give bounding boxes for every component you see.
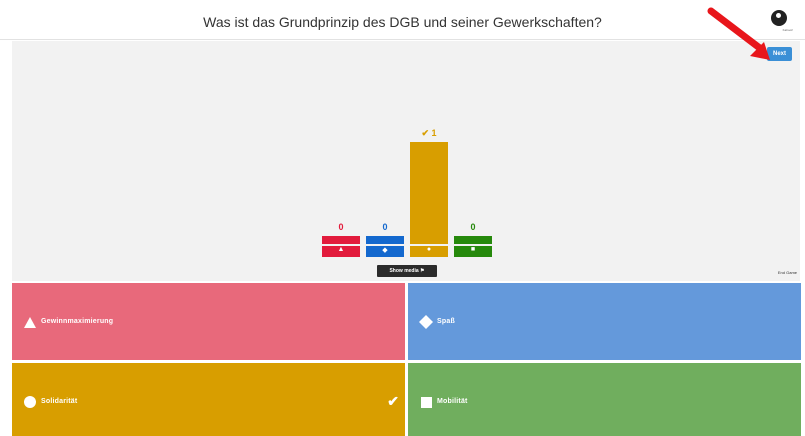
answer-tile-diamond[interactable]: Spaß bbox=[408, 283, 801, 360]
results-stage: ▲ 0 ◆ 0 ● ✔ 1 ■ 0 Next Show media ⚑ End Game bbox=[12, 41, 800, 281]
diamond-icon: ◆ bbox=[382, 247, 388, 254]
circle-icon: ● bbox=[426, 246, 432, 253]
result-count: 0 bbox=[338, 222, 344, 232]
answer-tile-square[interactable]: Mobilität bbox=[408, 363, 801, 436]
red-arrow-icon bbox=[707, 7, 770, 60]
show-media-button[interactable]: Show media ⚑ bbox=[377, 265, 437, 277]
diamond-icon bbox=[419, 315, 433, 329]
answer-label: Mobilität bbox=[437, 398, 468, 405]
result-bar-circle: ● ✔ 1 bbox=[410, 41, 448, 281]
end-game-link[interactable]: End Game bbox=[778, 270, 797, 275]
show-media-label: Show media bbox=[389, 268, 419, 274]
checkmark-icon: ✔ bbox=[387, 393, 399, 409]
result-count: 0 bbox=[470, 222, 476, 232]
answer-tile-circle[interactable]: Solidarität ✔ bbox=[12, 363, 405, 436]
answer-label: Gewinnmaximierung bbox=[41, 318, 114, 325]
answer-label: Spaß bbox=[437, 318, 455, 325]
logo-caption: Kahoot! bbox=[782, 28, 793, 32]
result-bar-fill bbox=[410, 142, 448, 257]
result-bar-triangle: ▲ 0 bbox=[322, 41, 360, 281]
question-title: Was ist das Grundprinzip des DGB und sei… bbox=[203, 14, 602, 30]
circle-icon bbox=[23, 395, 37, 409]
result-bar-diamond: ◆ 0 bbox=[366, 41, 404, 281]
answer-tiles: Gewinnmaximierung Spaß Solidarität ✔ Mobilit… bbox=[12, 283, 802, 436]
triangle-icon: ▲ bbox=[337, 246, 345, 253]
answer-tile-triangle[interactable]: Gewinnmaximierung bbox=[12, 283, 405, 360]
result-count: 0 bbox=[382, 222, 388, 232]
result-count: ✔ 1 bbox=[421, 128, 437, 138]
flag-icon: ⚑ bbox=[420, 268, 425, 274]
results-chart: ▲ 0 ◆ 0 ● ✔ 1 ■ 0 bbox=[12, 41, 800, 281]
square-icon bbox=[419, 395, 433, 409]
square-icon: ■ bbox=[470, 246, 476, 253]
kahoot-results-page: Was ist das Grundprinzip des DGB und sei… bbox=[0, 0, 805, 436]
result-bar-square: ■ 0 bbox=[454, 41, 492, 281]
header: Was ist das Grundprinzip des DGB und sei… bbox=[0, 0, 805, 40]
answer-label: Solidarität bbox=[41, 398, 78, 405]
triangle-icon bbox=[23, 315, 37, 329]
